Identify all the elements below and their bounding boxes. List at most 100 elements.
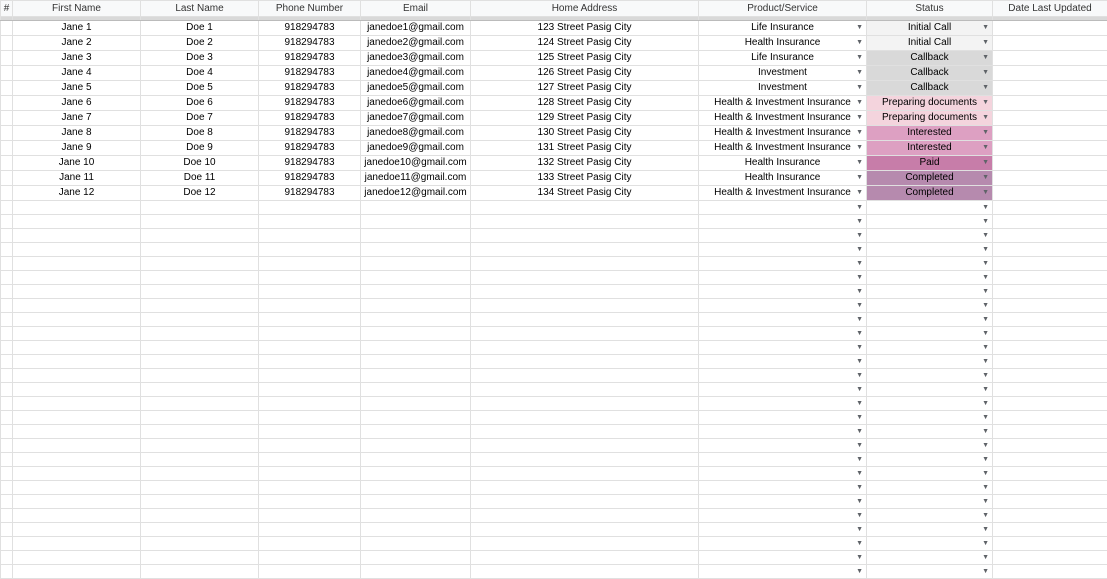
cell-first-name[interactable] <box>13 215 141 229</box>
cell-first-name[interactable] <box>13 523 141 537</box>
cell-product-dropdown[interactable]: Health & Investment Insurance▼ <box>699 141 867 156</box>
cell-phone[interactable] <box>259 509 361 523</box>
cell-address[interactable] <box>471 481 699 495</box>
cell-num[interactable] <box>1 439 13 453</box>
cell-last-name[interactable] <box>141 439 259 453</box>
header-phone[interactable]: Phone Number <box>259 1 361 17</box>
cell-email[interactable] <box>361 369 471 383</box>
cell-last-name[interactable]: Doe 4 <box>141 66 259 81</box>
cell-first-name[interactable] <box>13 355 141 369</box>
cell-date[interactable] <box>993 156 1107 171</box>
cell-address[interactable]: 124 Street Pasig City <box>471 36 699 51</box>
cell-status-dropdown[interactable]: Completed▼ <box>867 186 993 201</box>
cell-phone[interactable]: 918294783 <box>259 96 361 111</box>
cell-phone[interactable] <box>259 537 361 551</box>
cell-address[interactable] <box>471 285 699 299</box>
cell-address[interactable] <box>471 355 699 369</box>
cell-last-name[interactable] <box>141 523 259 537</box>
cell-address[interactable]: 133 Street Pasig City <box>471 171 699 186</box>
cell-phone[interactable] <box>259 285 361 299</box>
cell-first-name[interactable] <box>13 383 141 397</box>
cell-email[interactable] <box>361 481 471 495</box>
cell-status-dropdown[interactable]: Completed▼ <box>867 171 993 186</box>
cell-address[interactable] <box>471 243 699 257</box>
cell-last-name[interactable] <box>141 369 259 383</box>
cell-last-name[interactable] <box>141 243 259 257</box>
cell-date[interactable] <box>993 369 1107 383</box>
cell-address[interactable]: 126 Street Pasig City <box>471 66 699 81</box>
cell-last-name[interactable]: Doe 1 <box>141 21 259 36</box>
cell-first-name[interactable] <box>13 481 141 495</box>
cell-product-dropdown[interactable]: ▼ <box>699 509 867 523</box>
cell-last-name[interactable] <box>141 355 259 369</box>
cell-num[interactable] <box>1 481 13 495</box>
cell-address[interactable] <box>471 369 699 383</box>
cell-last-name[interactable] <box>141 215 259 229</box>
cell-num[interactable] <box>1 21 13 36</box>
cell-phone[interactable] <box>259 341 361 355</box>
cell-product-dropdown[interactable]: Life Insurance▼ <box>699 21 867 36</box>
cell-date[interactable] <box>993 397 1107 411</box>
cell-date[interactable] <box>993 425 1107 439</box>
cell-status-dropdown[interactable]: Paid▼ <box>867 156 993 171</box>
cell-product-dropdown[interactable]: Health Insurance▼ <box>699 36 867 51</box>
cell-phone[interactable] <box>259 355 361 369</box>
cell-email[interactable] <box>361 355 471 369</box>
cell-num[interactable] <box>1 341 13 355</box>
cell-num[interactable] <box>1 156 13 171</box>
cell-status-dropdown[interactable]: ▼ <box>867 537 993 551</box>
cell-phone[interactable] <box>259 425 361 439</box>
cell-product-dropdown[interactable]: ▼ <box>699 411 867 425</box>
cell-email[interactable]: janedoe12@gmail.com <box>361 186 471 201</box>
cell-address[interactable] <box>471 215 699 229</box>
cell-phone[interactable]: 918294783 <box>259 51 361 66</box>
cell-num[interactable] <box>1 453 13 467</box>
cell-first-name[interactable] <box>13 537 141 551</box>
cell-num[interactable] <box>1 565 13 579</box>
cell-product-dropdown[interactable]: Health & Investment Insurance▼ <box>699 96 867 111</box>
cell-date[interactable] <box>993 36 1107 51</box>
cell-status-dropdown[interactable]: ▼ <box>867 369 993 383</box>
cell-first-name[interactable] <box>13 271 141 285</box>
cell-first-name[interactable] <box>13 327 141 341</box>
cell-first-name[interactable]: Jane 5 <box>13 81 141 96</box>
cell-num[interactable] <box>1 523 13 537</box>
cell-email[interactable] <box>361 285 471 299</box>
cell-product-dropdown[interactable]: Health Insurance▼ <box>699 171 867 186</box>
cell-status-dropdown[interactable]: ▼ <box>867 285 993 299</box>
cell-email[interactable]: janedoe6@gmail.com <box>361 96 471 111</box>
cell-product-dropdown[interactable]: Life Insurance▼ <box>699 51 867 66</box>
cell-last-name[interactable] <box>141 341 259 355</box>
cell-phone[interactable]: 918294783 <box>259 156 361 171</box>
cell-phone[interactable] <box>259 257 361 271</box>
cell-product-dropdown[interactable]: ▼ <box>699 383 867 397</box>
cell-product-dropdown[interactable]: Investment▼ <box>699 66 867 81</box>
cell-first-name[interactable] <box>13 313 141 327</box>
cell-email[interactable] <box>361 551 471 565</box>
cell-first-name[interactable]: Jane 8 <box>13 126 141 141</box>
cell-date[interactable] <box>993 313 1107 327</box>
cell-status-dropdown[interactable]: ▼ <box>867 201 993 215</box>
cell-last-name[interactable]: Doe 6 <box>141 96 259 111</box>
header-first-name[interactable]: First Name <box>13 1 141 17</box>
cell-email[interactable] <box>361 327 471 341</box>
cell-first-name[interactable] <box>13 453 141 467</box>
cell-num[interactable] <box>1 229 13 243</box>
cell-date[interactable] <box>993 411 1107 425</box>
cell-product-dropdown[interactable]: ▼ <box>699 243 867 257</box>
cell-last-name[interactable] <box>141 201 259 215</box>
cell-date[interactable] <box>993 81 1107 96</box>
cell-address[interactable] <box>471 313 699 327</box>
cell-num[interactable] <box>1 171 13 186</box>
cell-last-name[interactable] <box>141 327 259 341</box>
cell-email[interactable]: janedoe1@gmail.com <box>361 21 471 36</box>
cell-phone[interactable]: 918294783 <box>259 66 361 81</box>
cell-num[interactable] <box>1 201 13 215</box>
cell-phone[interactable] <box>259 481 361 495</box>
cell-address[interactable] <box>471 439 699 453</box>
cell-date[interactable] <box>993 467 1107 481</box>
cell-last-name[interactable] <box>141 453 259 467</box>
header-address[interactable]: Home Address <box>471 1 699 17</box>
cell-num[interactable] <box>1 537 13 551</box>
cell-email[interactable] <box>361 509 471 523</box>
